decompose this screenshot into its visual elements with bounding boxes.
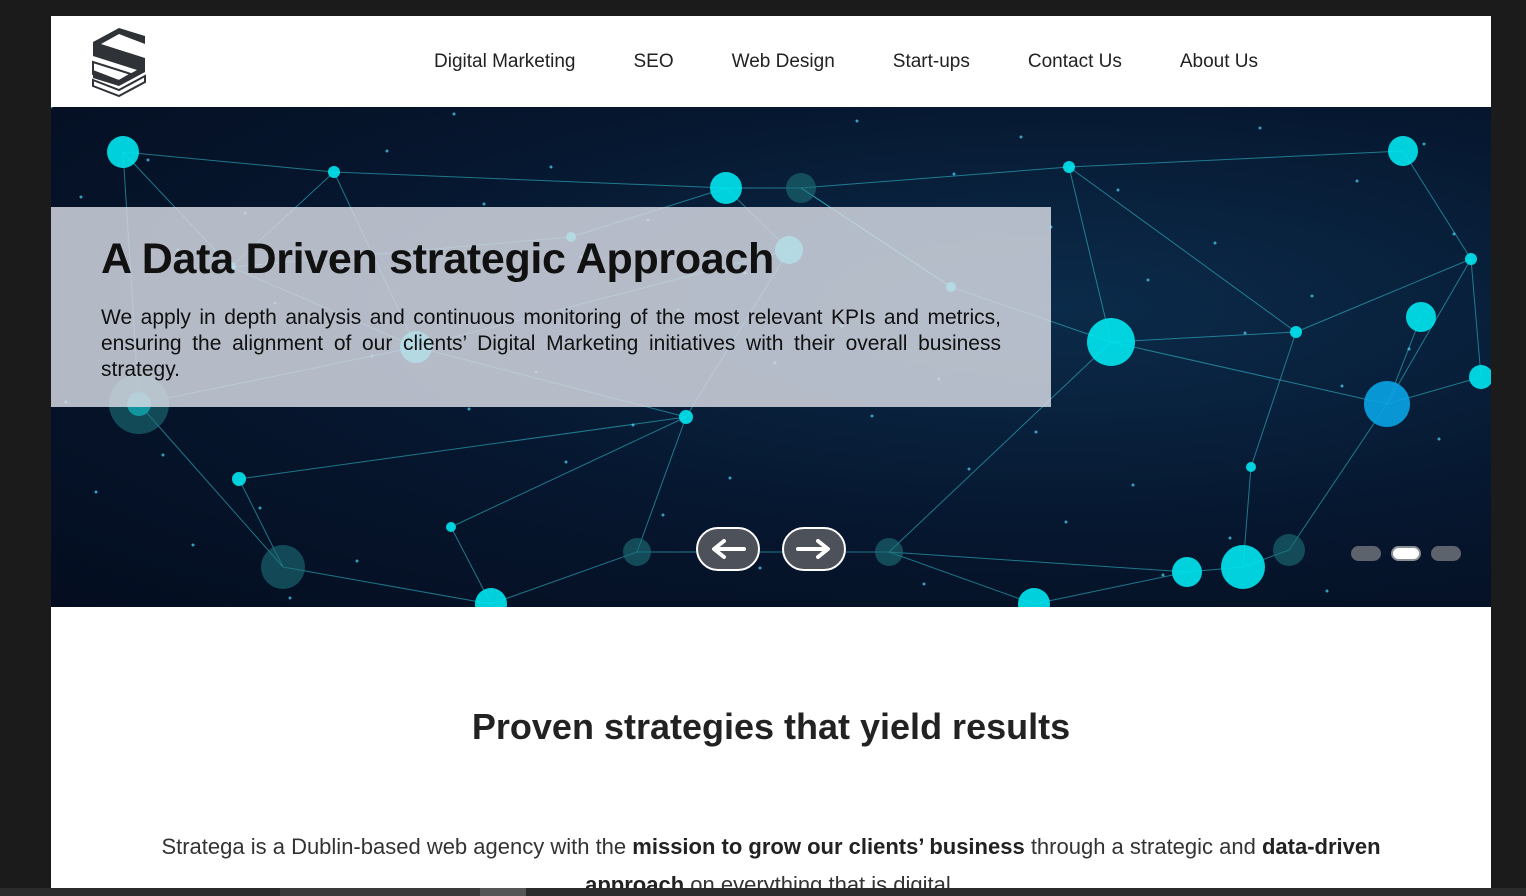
slide-dot-1[interactable] (1351, 546, 1381, 561)
slider-next-button[interactable] (782, 527, 846, 571)
nav-start-ups[interactable]: Start-ups (893, 51, 970, 73)
nav-digital-marketing[interactable]: Digital Marketing (434, 51, 576, 73)
nav-web-design[interactable]: Web Design (732, 51, 835, 73)
slide-dot-2[interactable] (1391, 546, 1421, 561)
hero-text: We apply in depth analysis and continuou… (101, 306, 1001, 381)
intro-bold-1: mission to grow our clients’ business (632, 834, 1025, 859)
section-title: Proven strategies that yield results (471, 706, 1071, 747)
page: Digital Marketing SEO Web Design Start-u… (51, 16, 1491, 896)
slide-dot-3[interactable] (1431, 546, 1461, 561)
hero-slider: A Data Driven strategic Approach We appl… (51, 107, 1491, 607)
main-nav: Digital Marketing SEO Web Design Start-u… (434, 16, 1316, 107)
intro-text-1: Stratega is a Dublin-based web agency wi… (161, 834, 633, 859)
nav-about-us[interactable]: About Us (1180, 51, 1258, 73)
nav-contact-us[interactable]: Contact Us (1028, 51, 1122, 73)
intro-paragraph: Stratega is a Dublin-based web agency wi… (141, 828, 1401, 896)
bottom-scrollbar[interactable] (0, 888, 1526, 896)
stratega-s-logo-icon[interactable] (87, 24, 151, 98)
nav-seo[interactable]: SEO (634, 51, 674, 73)
hero-title: A Data Driven strategic Approach (101, 235, 775, 283)
slider-prev-button[interactable] (696, 527, 760, 571)
arrow-right-icon (796, 539, 830, 559)
arrow-left-icon (712, 539, 746, 559)
intro-text-2: through a strategic and (1024, 834, 1262, 859)
slider-pagination (1351, 546, 1471, 561)
site-header: Digital Marketing SEO Web Design Start-u… (51, 16, 1491, 107)
hero-caption: A Data Driven strategic Approach We appl… (51, 207, 1051, 407)
